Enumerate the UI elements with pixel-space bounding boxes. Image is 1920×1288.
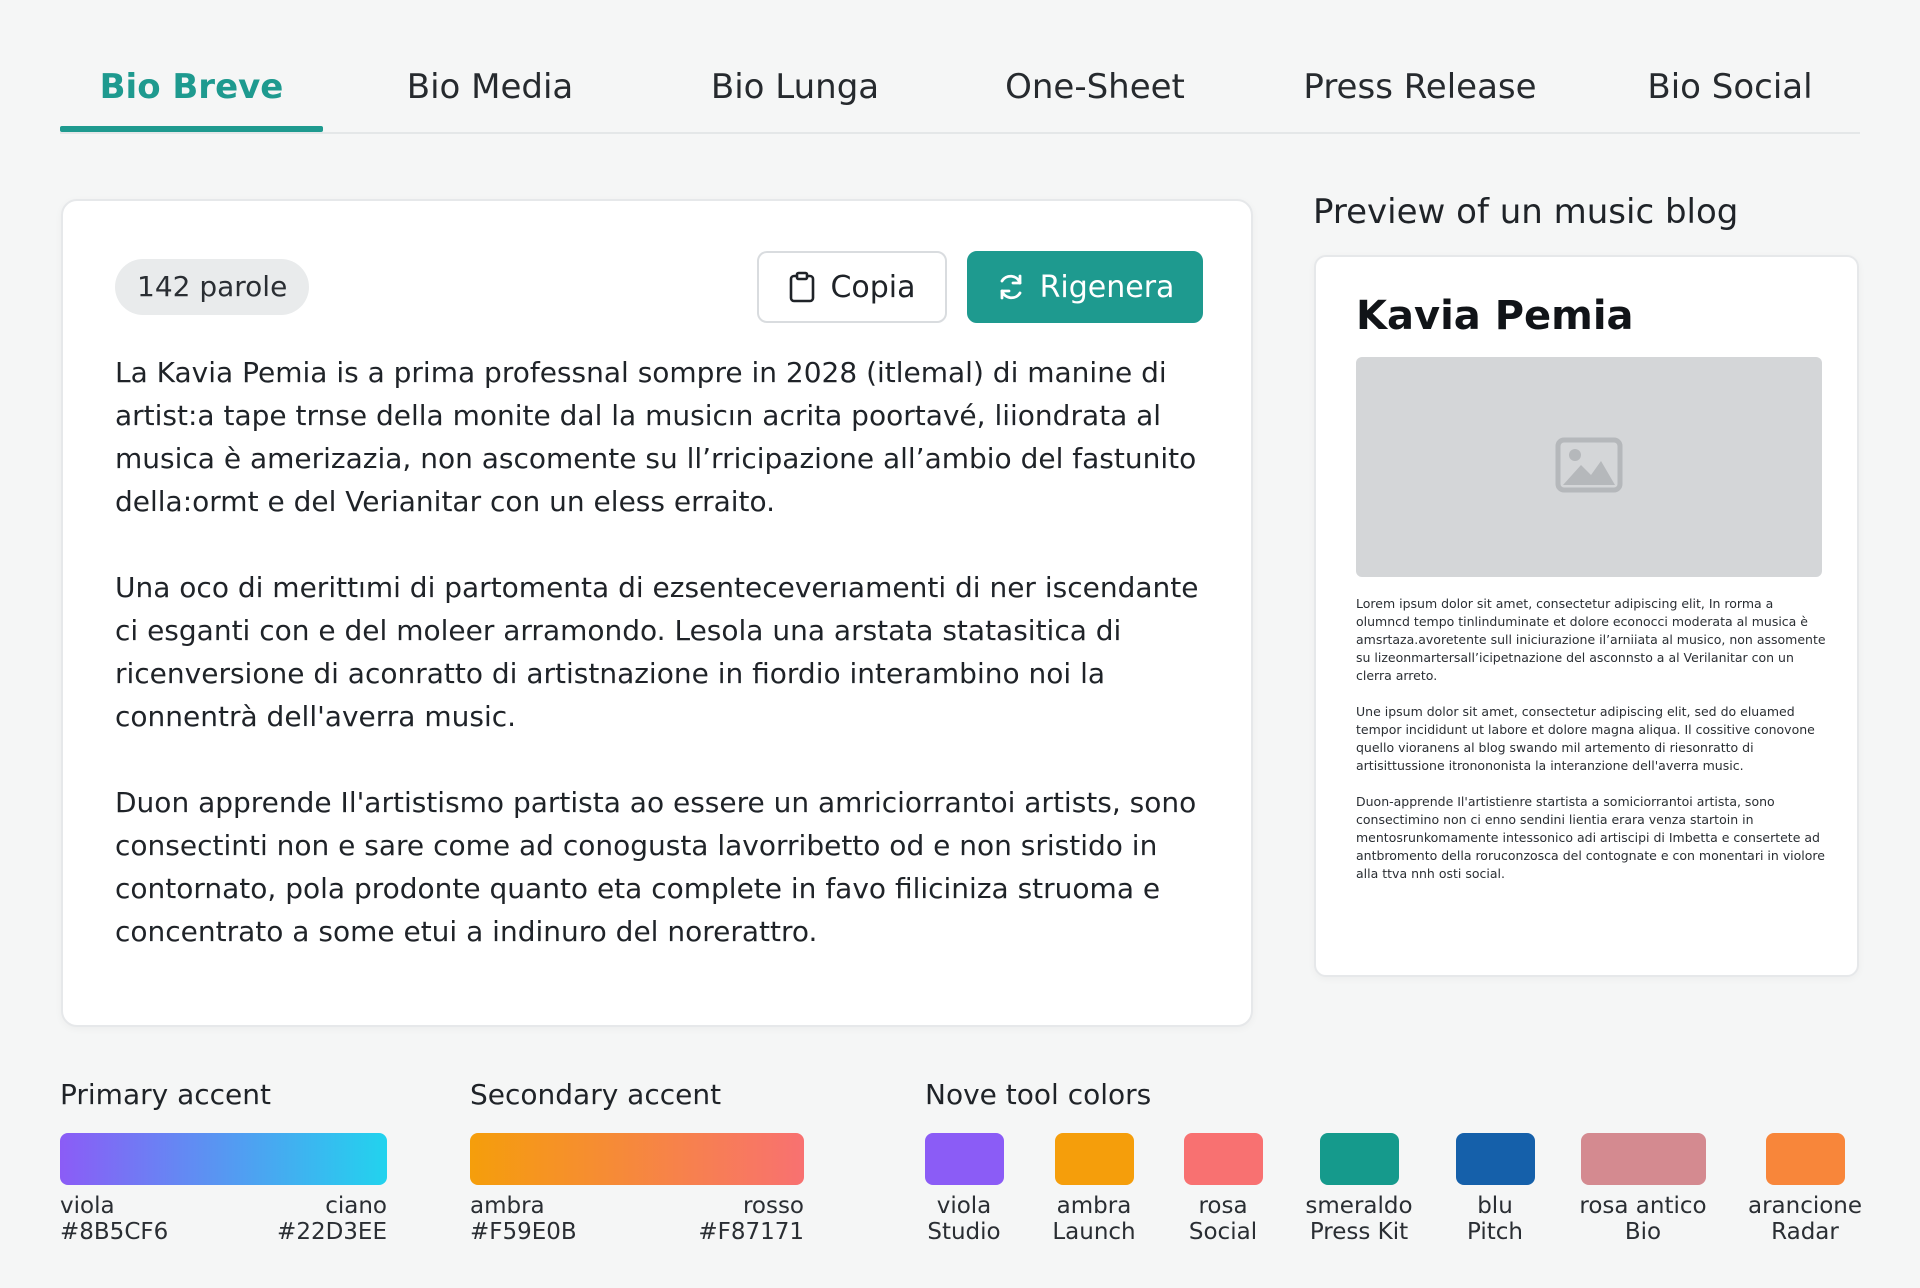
- secondary-end-caption: rosso #F87171: [677, 1193, 804, 1245]
- tool-swatch-launch: [1055, 1133, 1134, 1185]
- tool-caption-studio: viola Studio: [889, 1193, 1039, 1245]
- tool-caption-social: rosa Social: [1148, 1193, 1298, 1245]
- primary-end-caption: ciano #22D3EE: [260, 1193, 387, 1245]
- tool-swatch-studio: [925, 1133, 1004, 1185]
- tab-bio-breve[interactable]: Bio Breve: [60, 40, 323, 134]
- copy-button[interactable]: Copia: [757, 251, 947, 323]
- primary-accent-label: Primary accent: [60, 1078, 271, 1111]
- primary-start-hex: #8B5CF6: [60, 1219, 169, 1245]
- tool-name: Launch: [1052, 1219, 1136, 1245]
- active-tab-indicator: [60, 126, 323, 132]
- image-placeholder-icon: [1555, 437, 1623, 497]
- preview-image-placeholder: [1356, 357, 1822, 577]
- bio-editor-card: 142 parole Copia Rigenera La Kavia Pemia…: [61, 199, 1253, 1027]
- tool-swatch-bio: [1581, 1133, 1706, 1185]
- copy-button-label: Copia: [830, 269, 916, 305]
- secondary-start-caption: ambra #F59E0B: [470, 1193, 577, 1245]
- tool-name: Studio: [927, 1219, 1001, 1245]
- primary-end-hex: #22D3EE: [277, 1219, 387, 1245]
- tool-color-name: smeraldo: [1305, 1193, 1413, 1219]
- tool-caption-press-kit: smeraldo Press Kit: [1284, 1193, 1434, 1245]
- preview-artist-name: Kavia Pemia: [1356, 293, 1634, 339]
- refresh-icon: [996, 272, 1026, 302]
- bio-text-body[interactable]: La Kavia Pemia is a prima professnal som…: [115, 351, 1215, 996]
- blog-preview-card: Kavia Pemia Lorem ipsum dolor sit amet, …: [1314, 255, 1859, 977]
- secondary-accent-gradient: [470, 1133, 804, 1185]
- secondary-end-hex: #F87171: [698, 1219, 804, 1245]
- tab-bar: Bio Breve Bio Media Bio Lunga One-Sheet …: [60, 40, 1860, 134]
- tool-swatch-pitch: [1456, 1133, 1535, 1185]
- primary-start-name: viola: [60, 1193, 115, 1219]
- tool-swatch-press-kit: [1320, 1133, 1399, 1185]
- regenerate-button[interactable]: Rigenera: [967, 251, 1203, 323]
- preview-heading: Preview of un music blog: [1313, 192, 1739, 232]
- tab-bio-social[interactable]: Bio Social: [1615, 40, 1845, 134]
- primary-accent-gradient: [60, 1133, 387, 1185]
- tool-swatch-radar: [1766, 1133, 1845, 1185]
- preview-paragraph: Duon-apprende Il'artistienre startista a…: [1356, 794, 1825, 881]
- tool-name: Radar: [1771, 1219, 1839, 1245]
- tool-caption-bio: rosa antico Bio: [1568, 1193, 1718, 1245]
- preview-paragraph: Lorem ipsum dolor sit amet, consectetur …: [1356, 596, 1826, 683]
- tool-color-name: blu: [1477, 1193, 1513, 1219]
- secondary-end-name: rosso: [742, 1193, 804, 1219]
- tool-caption-launch: ambra Launch: [1019, 1193, 1169, 1245]
- tool-name: Social: [1188, 1219, 1258, 1245]
- clipboard-icon: [788, 271, 816, 303]
- preview-body-text: Lorem ipsum dolor sit amet, consectetur …: [1356, 595, 1826, 901]
- tool-colors-label: Nove tool colors: [925, 1078, 1152, 1111]
- tool-name: Bio: [1624, 1219, 1662, 1245]
- tool-color-name: rosa antico: [1579, 1193, 1707, 1219]
- tool-name: Press Kit: [1309, 1219, 1409, 1245]
- tab-press-release[interactable]: Press Release: [1290, 40, 1550, 134]
- primary-end-name: ciano: [325, 1193, 387, 1219]
- tool-color-name: ambra: [1056, 1193, 1132, 1219]
- tab-bio-lunga[interactable]: Bio Lunga: [685, 40, 905, 134]
- tab-one-sheet[interactable]: One-Sheet: [980, 40, 1210, 134]
- secondary-start-name: ambra: [470, 1193, 545, 1219]
- word-count-badge: 142 parole: [115, 259, 310, 315]
- tool-swatch-social: [1184, 1133, 1263, 1185]
- tab-bio-media[interactable]: Bio Media: [380, 40, 600, 134]
- bio-paragraph: Duon apprende Il'artistismo partista ao …: [115, 786, 1197, 948]
- tool-caption-pitch: blu Pitch: [1420, 1193, 1570, 1245]
- tool-color-name: rosa: [1198, 1193, 1248, 1219]
- regenerate-button-label: Rigenera: [1039, 269, 1175, 305]
- preview-paragraph: Une ipsum dolor sit amet, consectetur ad…: [1356, 704, 1815, 773]
- primary-start-caption: viola #8B5CF6: [60, 1193, 168, 1245]
- bio-paragraph: La Kavia Pemia is a prima professnal som…: [115, 356, 1197, 518]
- tool-color-name: viola: [936, 1193, 992, 1219]
- secondary-start-hex: #F59E0B: [470, 1219, 577, 1245]
- tool-name: Pitch: [1467, 1219, 1523, 1245]
- tool-caption-radar: arancione Radar: [1730, 1193, 1880, 1245]
- secondary-accent-label: Secondary accent: [470, 1078, 722, 1111]
- tool-color-name: arancione: [1747, 1193, 1863, 1219]
- bio-paragraph: Una oco di merittımi di partomenta di ez…: [115, 571, 1199, 733]
